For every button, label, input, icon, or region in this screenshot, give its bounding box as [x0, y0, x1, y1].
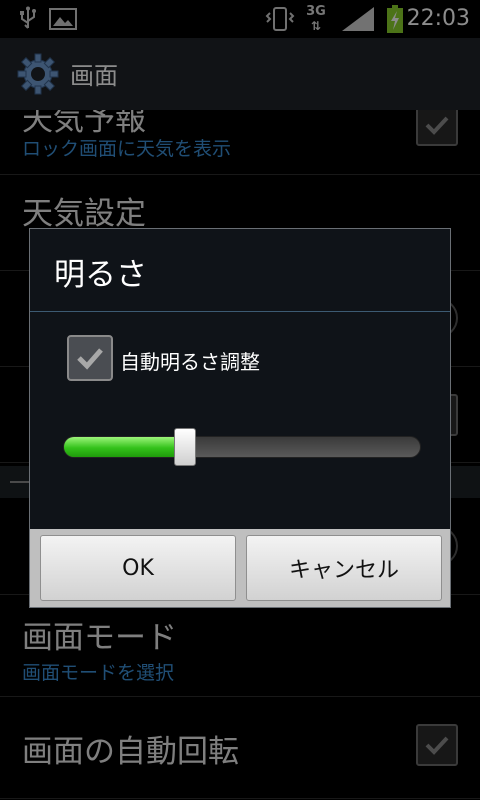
brightness-slider-track[interactable] [63, 436, 421, 458]
dialog-title-divider [30, 311, 450, 312]
cancel-button[interactable]: キャンセル [246, 535, 442, 601]
brightness-dialog: 明るさ 自動明るさ調整 OK キャンセル [29, 228, 451, 608]
dialog-button-bar: OK キャンセル [30, 529, 450, 607]
brightness-slider-fill [64, 437, 186, 457]
ok-button[interactable]: OK [40, 535, 236, 601]
brightness-slider-thumb[interactable] [173, 428, 196, 466]
auto-brightness-label[interactable]: 自動明るさ調整 [120, 346, 260, 375]
auto-brightness-checkbox[interactable] [67, 335, 113, 381]
dialog-title: 明るさ [54, 257, 147, 293]
check-icon [77, 348, 103, 370]
